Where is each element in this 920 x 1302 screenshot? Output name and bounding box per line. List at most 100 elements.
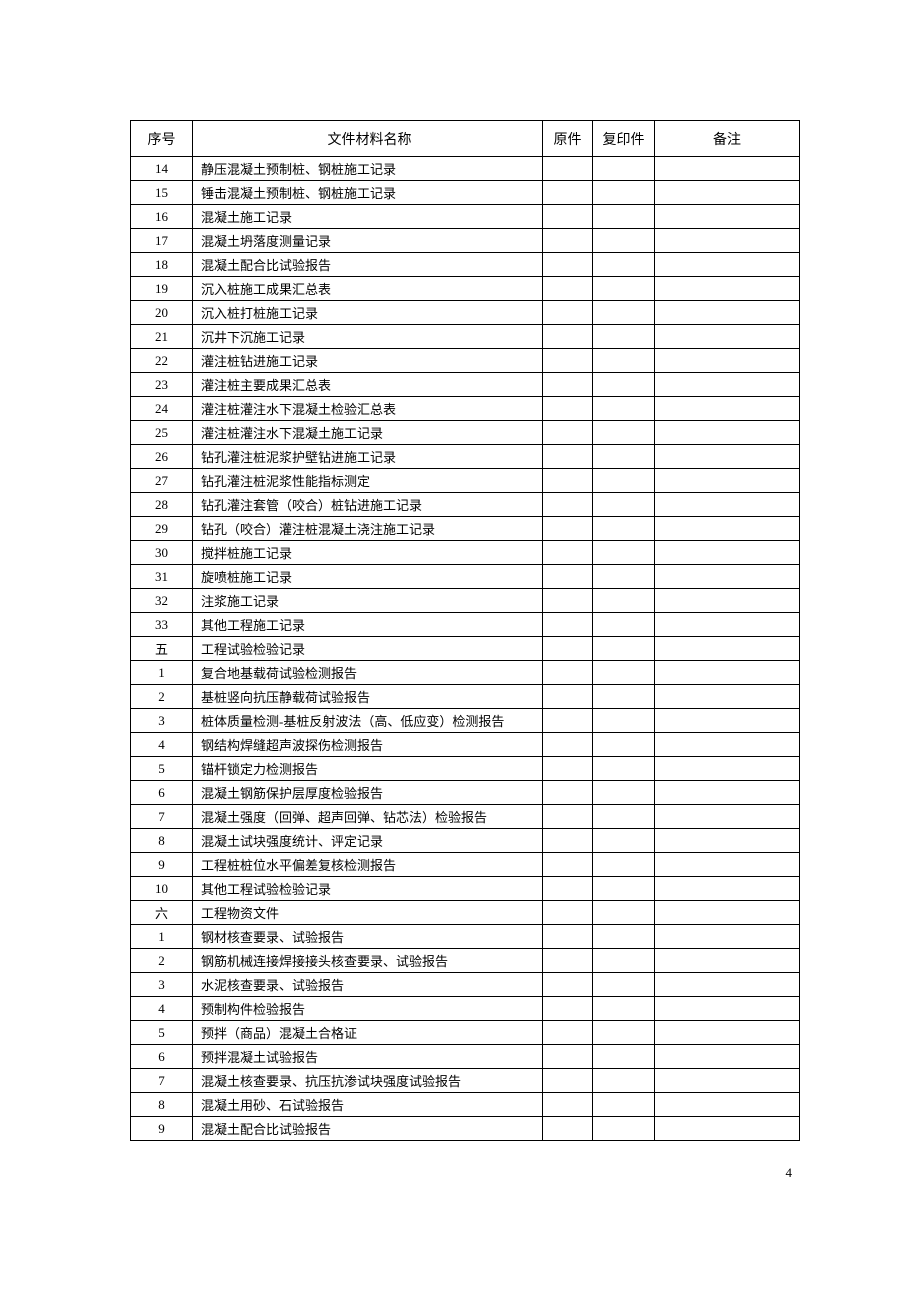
cell-seq: 21 [131,325,193,349]
cell-original [543,205,593,229]
cell-original [543,613,593,637]
document-page: 序号 文件材料名称 原件 复印件 备注 14静压混凝土预制桩、钢桩施工记录15锤… [0,0,920,1241]
cell-copy [593,781,655,805]
cell-original [543,1021,593,1045]
cell-seq: 7 [131,1069,193,1093]
cell-original [543,301,593,325]
table-row: 8混凝土试块强度统计、评定记录 [131,829,800,853]
cell-original [543,637,593,661]
cell-remark [655,637,800,661]
cell-original [543,277,593,301]
cell-remark [655,1093,800,1117]
cell-seq: 27 [131,469,193,493]
table-row: 3水泥核查要录、试验报告 [131,973,800,997]
cell-remark [655,997,800,1021]
table-row: 五工程试验检验记录 [131,637,800,661]
cell-copy [593,661,655,685]
cell-original [543,181,593,205]
cell-name: 混凝土配合比试验报告 [193,253,543,277]
cell-name: 桩体质量检测-基桩反射波法（高、低应变）检测报告 [193,709,543,733]
cell-name: 其他工程试验检验记录 [193,877,543,901]
table-row: 10其他工程试验检验记录 [131,877,800,901]
cell-original [543,733,593,757]
table-row: 3桩体质量检测-基桩反射波法（高、低应变）检测报告 [131,709,800,733]
cell-copy [593,757,655,781]
cell-copy [593,397,655,421]
cell-name: 钻孔（咬合）灌注桩混凝土浇注施工记录 [193,517,543,541]
cell-name: 钢结构焊缝超声波探伤检测报告 [193,733,543,757]
cell-seq: 14 [131,157,193,181]
cell-remark [655,781,800,805]
cell-name: 预拌（商品）混凝土合格证 [193,1021,543,1045]
table-row: 29钻孔（咬合）灌注桩混凝土浇注施工记录 [131,517,800,541]
table-row: 5锚杆锁定力检测报告 [131,757,800,781]
cell-original [543,757,593,781]
cell-remark [655,301,800,325]
cell-original [543,781,593,805]
cell-seq: 4 [131,733,193,757]
table-row: 17混凝土坍落度测量记录 [131,229,800,253]
cell-remark [655,757,800,781]
table-row: 2钢筋机械连接焊接接头核查要录、试验报告 [131,949,800,973]
cell-seq: 8 [131,1093,193,1117]
cell-original [543,517,593,541]
cell-copy [593,685,655,709]
cell-original [543,949,593,973]
cell-copy [593,253,655,277]
cell-copy [593,613,655,637]
cell-remark [655,853,800,877]
table-row: 6预拌混凝土试验报告 [131,1045,800,1069]
cell-original [543,493,593,517]
cell-copy [593,1045,655,1069]
cell-seq: 31 [131,565,193,589]
cell-original [543,1069,593,1093]
cell-remark [655,805,800,829]
cell-remark [655,397,800,421]
cell-name: 混凝土坍落度测量记录 [193,229,543,253]
cell-remark [655,541,800,565]
table-row: 30搅拌桩施工记录 [131,541,800,565]
cell-remark [655,565,800,589]
cell-original [543,229,593,253]
cell-copy [593,901,655,925]
cell-original [543,445,593,469]
cell-seq: 26 [131,445,193,469]
table-row: 8混凝土用砂、石试验报告 [131,1093,800,1117]
cell-original [543,373,593,397]
cell-name: 灌注桩灌注水下混凝土检验汇总表 [193,397,543,421]
cell-name: 混凝土配合比试验报告 [193,1117,543,1141]
cell-name: 混凝土钢筋保护层厚度检验报告 [193,781,543,805]
table-row: 7混凝土强度（回弹、超声回弹、钻芯法）检验报告 [131,805,800,829]
table-row: 六工程物资文件 [131,901,800,925]
cell-copy [593,1093,655,1117]
cell-remark [655,589,800,613]
cell-copy [593,997,655,1021]
cell-remark [655,925,800,949]
cell-name: 工程桩桩位水平偏差复核检测报告 [193,853,543,877]
cell-name: 基桩竖向抗压静载荷试验报告 [193,685,543,709]
table-row: 5预拌（商品）混凝土合格证 [131,1021,800,1045]
table-row: 25灌注桩灌注水下混凝土施工记录 [131,421,800,445]
cell-seq: 5 [131,1021,193,1045]
cell-original [543,661,593,685]
cell-original [543,325,593,349]
cell-copy [593,181,655,205]
cell-remark [655,613,800,637]
cell-remark [655,373,800,397]
cell-name: 灌注桩钻进施工记录 [193,349,543,373]
cell-original [543,1045,593,1069]
cell-original [543,469,593,493]
table-row: 22灌注桩钻进施工记录 [131,349,800,373]
cell-seq: 17 [131,229,193,253]
cell-copy [593,829,655,853]
cell-name: 锤击混凝土预制桩、钢桩施工记录 [193,181,543,205]
cell-seq: 28 [131,493,193,517]
cell-copy [593,421,655,445]
cell-remark [655,1045,800,1069]
cell-copy [593,853,655,877]
cell-original [543,157,593,181]
cell-remark [655,493,800,517]
cell-seq: 33 [131,613,193,637]
cell-original [543,589,593,613]
header-remark: 备注 [655,121,800,157]
